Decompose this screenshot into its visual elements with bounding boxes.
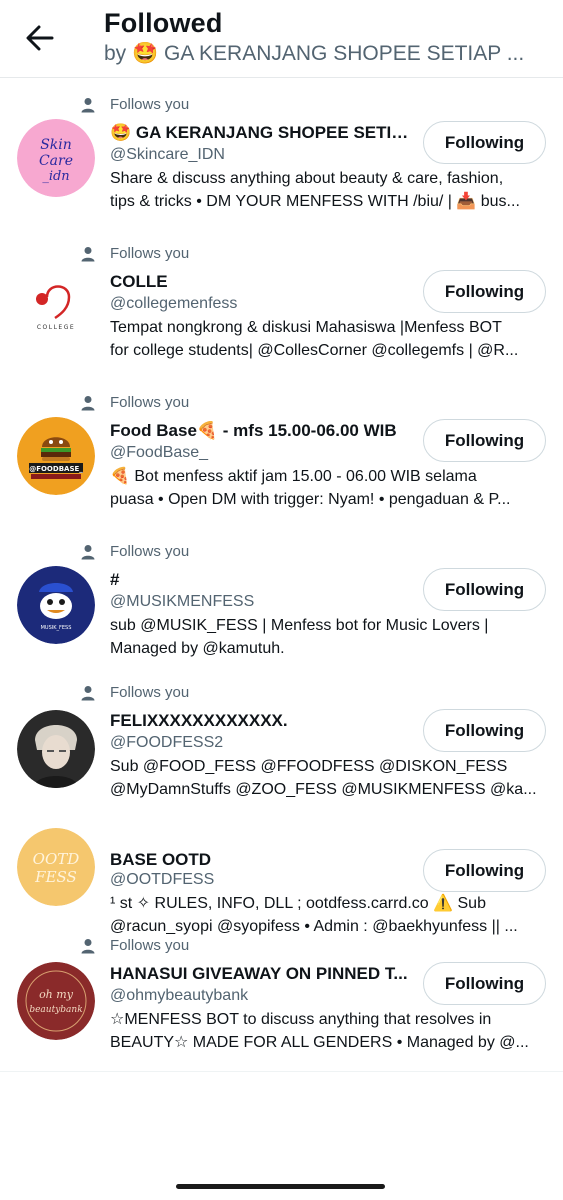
list-item[interactable]: Follows you Skin Care _idn 🤩 GA KERANJAN…	[0, 79, 563, 228]
svg-text:@FOODBASE_: @FOODBASE_	[29, 465, 83, 473]
account-handle[interactable]: @MUSIKMENFESS	[110, 593, 254, 611]
arrow-left-icon	[26, 25, 54, 51]
account-bio: Share & discuss anything about beauty & …	[110, 170, 520, 210]
followed-list: Follows you Skin Care _idn 🤩 GA KERANJAN…	[0, 79, 563, 1072]
follows-you-label: Follows you	[80, 394, 189, 411]
account-name[interactable]: BASE OOTD	[110, 850, 415, 870]
person-icon	[81, 685, 95, 700]
page-subtitle: by 🤩 GA KERANJANG SHOPEE SETIAP ...	[104, 42, 525, 65]
follows-you-label: Follows you	[80, 245, 189, 262]
svg-text:beautybank: beautybank	[29, 1005, 82, 1015]
person-icon	[81, 97, 95, 112]
person-icon	[81, 544, 95, 559]
back-button[interactable]	[18, 16, 62, 60]
account-name[interactable]: FELIXXXXXXXXXXXX.	[110, 711, 415, 731]
person-icon	[81, 246, 95, 261]
account-bio: 🍕 Bot menfess aktif jam 15.00 - 06.00 WI…	[110, 468, 511, 508]
svg-text:oh my: oh my	[39, 988, 74, 1001]
avatar[interactable]: Skin Care _idn	[17, 119, 95, 197]
follows-you-label: Follows you	[80, 543, 189, 560]
svg-text:Skin: Skin	[40, 137, 72, 153]
list-item[interactable]: Follows you oh my beautybank HANASUI GIV…	[0, 937, 563, 1072]
svg-text:_idn: _idn	[42, 169, 69, 184]
avatar[interactable]: oh my beautybank	[17, 962, 95, 1040]
following-button[interactable]: Following	[423, 419, 546, 462]
avatar[interactable]	[17, 710, 95, 788]
account-name[interactable]: HANASUI GIVEAWAY ON PINNED T...	[110, 964, 415, 984]
account-handle[interactable]: @FOODFESS2	[110, 734, 223, 752]
person-icon	[81, 938, 95, 953]
account-handle[interactable]: @collegemenfess	[110, 295, 237, 313]
person-icon	[81, 395, 95, 410]
follows-you-label: Follows you	[80, 96, 189, 113]
list-item[interactable]: OOTD FESS BASE OOTD @OOTDFESS ¹ st ✧ RUL…	[0, 793, 563, 937]
follows-you-label: Follows you	[80, 684, 189, 701]
list-item[interactable]: Follows you COLLEGE COLLE @collegemenfes…	[0, 228, 563, 377]
svg-text:MUSIK_FESS: MUSIK_FESS	[41, 625, 72, 631]
account-handle[interactable]: @OOTDFESS	[110, 871, 214, 889]
avatar[interactable]: COLLEGE	[17, 268, 95, 346]
following-button[interactable]: Following	[423, 709, 546, 752]
svg-text:COLLEGE: COLLEGE	[37, 324, 75, 331]
list-end-divider	[0, 1071, 563, 1072]
following-button[interactable]: Following	[423, 121, 546, 164]
account-name[interactable]: COLLE	[110, 272, 415, 292]
account-handle[interactable]: @ohmybeautybank	[110, 987, 248, 1005]
account-handle[interactable]: @Skincare_IDN	[110, 146, 225, 164]
account-handle[interactable]: @FoodBase_	[110, 444, 208, 462]
following-button[interactable]: Following	[423, 962, 546, 1005]
account-name[interactable]: Food Base🍕 - mfs 15.00-06.00 WIB	[110, 421, 415, 441]
page-title: Followed	[104, 8, 223, 38]
avatar[interactable]: MUSIK_FESS	[17, 566, 95, 644]
following-button[interactable]: Following	[423, 849, 546, 892]
account-name[interactable]: #	[110, 570, 415, 590]
account-bio: ¹ st ✧ RULES, INFO, DLL ; ootdfess.carrd…	[110, 895, 518, 935]
list-item[interactable]: Follows you @FOODBASE_ Food Base🍕 - mfs …	[0, 377, 563, 526]
home-indicator[interactable]	[176, 1184, 385, 1189]
account-bio: ☆MENFESS BOT to discuss anything that re…	[110, 1011, 529, 1051]
list-item[interactable]: Follows you MUSIK_FESS # @MUSIKMENFESS s…	[0, 526, 563, 673]
account-bio: sub @MUSIK_FESS | Menfess bot for Music …	[110, 617, 489, 657]
avatar[interactable]: OOTD FESS	[17, 828, 95, 906]
svg-text:Care: Care	[39, 153, 73, 169]
follows-you-label: Follows you	[80, 937, 189, 954]
list-item[interactable]: Follows you FELIXXXXXXXXXXXX. @FOODFESS2…	[0, 673, 563, 798]
top-app-bar: Followed by 🤩 GA KERANJANG SHOPEE SETIAP…	[0, 0, 563, 78]
account-bio: Tempat nongkrong & diskusi Mahasiswa |Me…	[110, 319, 519, 359]
svg-text:OOTD: OOTD	[33, 850, 80, 868]
avatar[interactable]: @FOODBASE_	[17, 417, 95, 495]
following-button[interactable]: Following	[423, 568, 546, 611]
account-name[interactable]: 🤩 GA KERANJANG SHOPEE SETIAP...	[110, 123, 415, 143]
following-button[interactable]: Following	[423, 270, 546, 313]
svg-text:FESS: FESS	[34, 868, 77, 886]
